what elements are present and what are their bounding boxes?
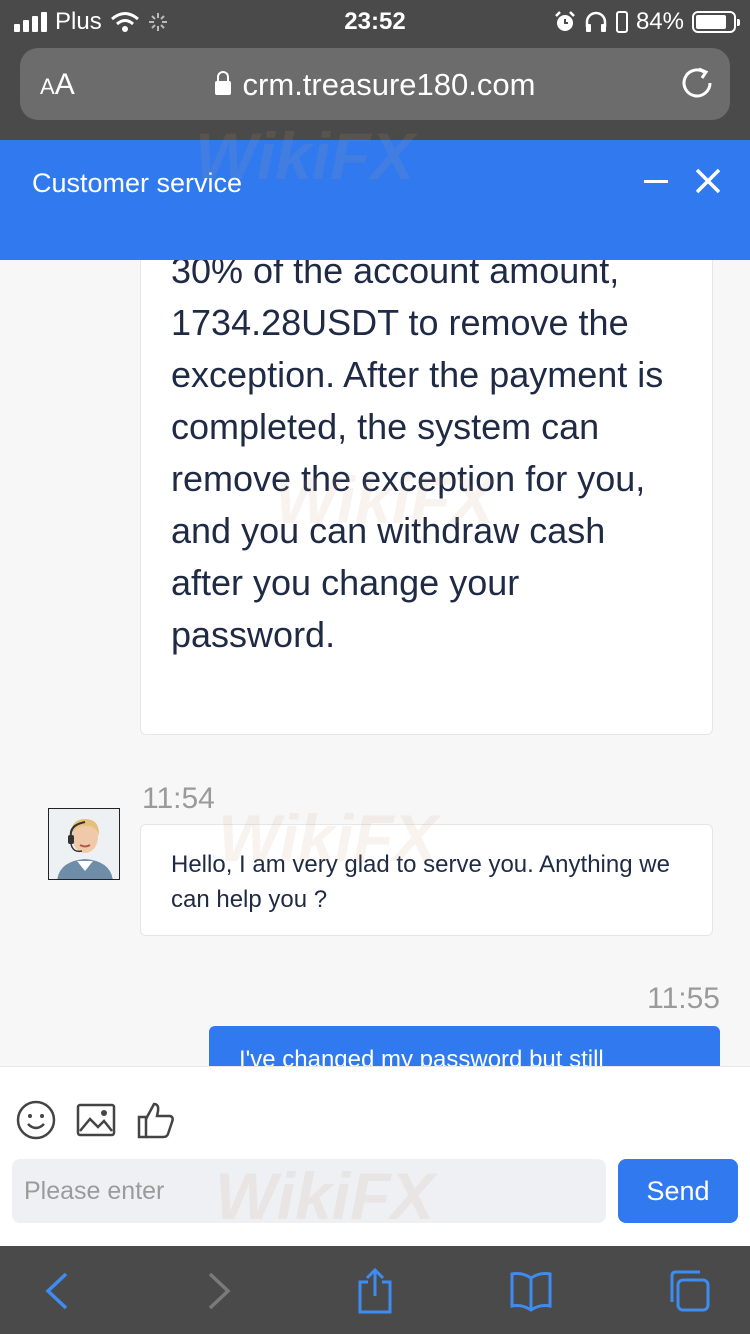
message-bubble-incoming: 30% of the account amount, 1734.28USDT t…	[140, 260, 713, 735]
message-list[interactable]: 30% of the account amount, 1734.28USDT t…	[0, 260, 750, 1066]
back-icon[interactable]	[36, 1268, 82, 1314]
agent-avatar-image	[49, 809, 119, 879]
url-display[interactable]: crm.treasure180.com	[20, 67, 730, 103]
message-bubble-outgoing: I've changed my password but still	[209, 1026, 720, 1066]
bookmarks-icon[interactable]	[508, 1268, 554, 1314]
thumbs-up-icon[interactable]	[135, 1099, 177, 1141]
battery-percent: 84%	[635, 8, 684, 35]
message-timestamp: 11:55	[647, 982, 720, 1015]
forward-icon[interactable]	[196, 1268, 242, 1314]
message-input[interactable]	[12, 1159, 606, 1223]
emoji-icon[interactable]	[15, 1099, 57, 1141]
battery-level	[696, 15, 727, 29]
composer: Send	[0, 1066, 750, 1246]
image-icon[interactable]	[75, 1099, 117, 1141]
address-bar[interactable]: AA crm.treasure180.com	[20, 48, 730, 120]
message-bubble-incoming: Hello, I am very glad to serve you. Anyt…	[140, 824, 713, 936]
message-timestamp: 11:54	[142, 782, 215, 815]
send-button[interactable]: Send	[618, 1159, 738, 1223]
browser-toolbar	[0, 1246, 750, 1334]
chat-title: Customer service	[32, 168, 243, 198]
battery-icon	[692, 11, 740, 33]
lock-icon	[214, 71, 231, 95]
agent-avatar	[48, 808, 120, 880]
share-icon[interactable]	[352, 1268, 398, 1314]
tabs-icon[interactable]	[666, 1268, 712, 1314]
rotation-lock-icon	[615, 11, 628, 33]
browser-address-area: AA crm.treasure180.com	[0, 42, 750, 140]
url-text: crm.treasure180.com	[242, 67, 536, 102]
reload-icon[interactable]	[680, 66, 714, 100]
close-icon[interactable]	[694, 166, 722, 196]
status-right: 84%	[554, 8, 740, 36]
alarm-icon	[555, 11, 575, 31]
minimize-icon[interactable]	[644, 180, 668, 183]
chat-header: Customer service	[0, 140, 750, 260]
status-bar: Plus 23:52 84%	[0, 0, 750, 42]
headphones-icon	[585, 11, 607, 32]
